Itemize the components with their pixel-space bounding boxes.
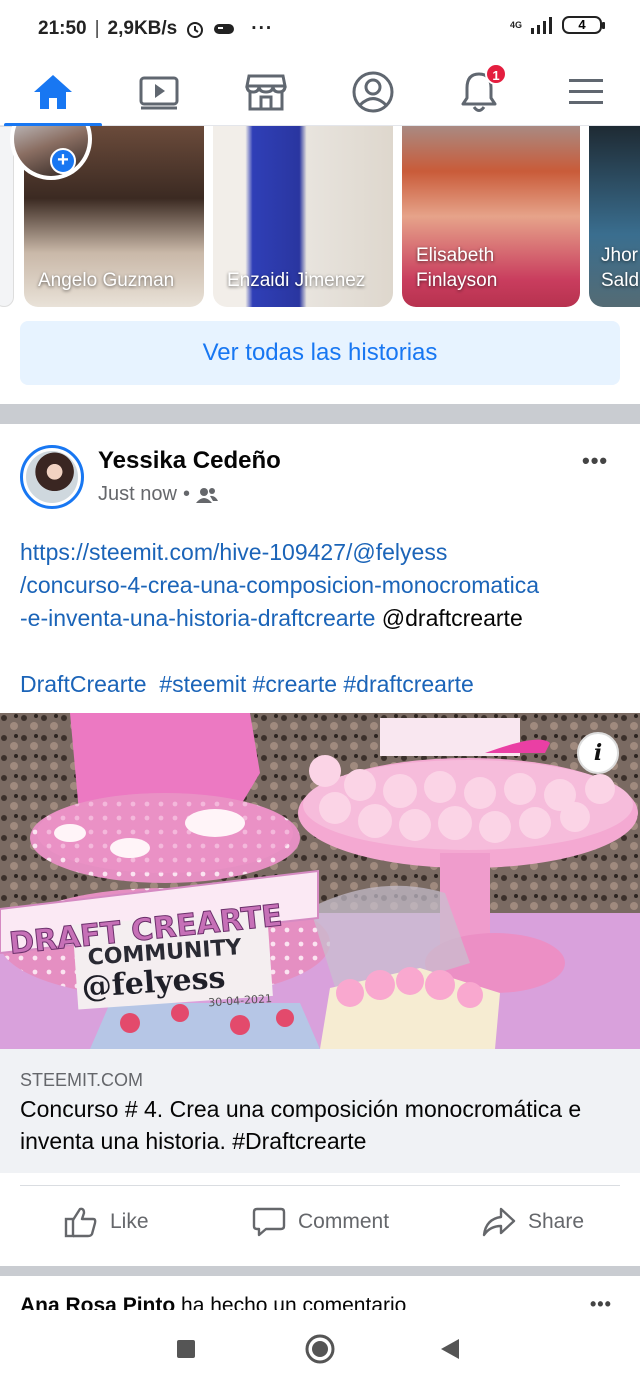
status-time: 21:50 xyxy=(38,18,87,39)
link-title[interactable]: Concurso # 4. Crea una composición monoc… xyxy=(20,1093,620,1157)
thumbs-up-icon xyxy=(64,1207,97,1238)
post-time[interactable]: Just now xyxy=(98,483,177,506)
alarm-icon xyxy=(187,22,204,38)
story-name: Jhor Sald xyxy=(601,245,640,291)
story-name: Enzaidi Jimenez xyxy=(227,270,366,291)
post-author-avatar[interactable] xyxy=(20,445,84,509)
profile-icon xyxy=(352,71,394,113)
story-name: Angelo Guzman xyxy=(38,270,175,291)
story-card[interactable]: Jhor Sald xyxy=(589,126,640,307)
tab-watch[interactable] xyxy=(106,58,212,126)
notification-badge: 1 xyxy=(485,63,507,85)
tab-menu[interactable] xyxy=(533,58,639,126)
tab-home[interactable] xyxy=(0,58,106,127)
story-card[interactable]: Enzaidi Jimenez xyxy=(213,126,393,307)
home-icon xyxy=(34,75,72,109)
circle-icon xyxy=(305,1334,335,1363)
status-speed: 2,9KB/s xyxy=(107,18,178,39)
back-button[interactable] xyxy=(400,1310,500,1387)
post-hashtags[interactable]: DraftCrearte #steemit #crearte #draftcre… xyxy=(20,668,474,701)
actions-divider xyxy=(20,1185,620,1186)
recents-button[interactable] xyxy=(136,1310,236,1387)
post-body: https://steemit.com/hive-109427/@felyess… xyxy=(20,536,630,635)
post-mention[interactable]: @draftcrearte xyxy=(375,605,523,631)
meta-separator: • xyxy=(182,483,190,505)
square-icon xyxy=(177,1339,195,1358)
tab-profile[interactable] xyxy=(320,58,426,126)
game-icon xyxy=(214,24,235,34)
friends-icon xyxy=(195,487,218,503)
post-image[interactable]: DRAFT CREARTE COMMUNITY @felyess 30-04-2… xyxy=(0,713,640,1049)
like-label: Like xyxy=(110,1210,149,1233)
status-bar: 21:50 | 2,9KB/s ··· 4G 4 xyxy=(0,0,640,58)
network-type: 4G xyxy=(509,19,522,30)
post-meta: Just now • xyxy=(98,483,218,506)
signal-icon xyxy=(531,17,552,34)
share-icon xyxy=(482,1207,516,1237)
hamburger-menu-icon xyxy=(569,79,603,104)
see-all-stories-button[interactable]: Ver todas las historias xyxy=(20,321,620,385)
post-author-name[interactable]: Yessika Cedeño xyxy=(98,447,281,475)
stories-tray: Angelo Guzman + Enzaidi Jimenez Elisabet… xyxy=(0,126,640,310)
tab-notifications[interactable]: 1 xyxy=(426,58,532,126)
add-story-icon[interactable]: + xyxy=(50,148,76,174)
feed-divider xyxy=(0,404,640,424)
system-nav-bar xyxy=(0,1310,640,1387)
link-domain: STEEMIT.COM xyxy=(20,1070,144,1090)
store-icon xyxy=(245,74,287,111)
top-nav: 1 xyxy=(0,58,640,127)
post-photo: DRAFT CREARTE COMMUNITY @felyess 30-04-2… xyxy=(0,713,640,1049)
triangle-back-icon xyxy=(441,1338,459,1359)
home-button[interactable] xyxy=(270,1310,370,1387)
share-button[interactable]: Share xyxy=(482,1196,584,1248)
video-icon xyxy=(139,76,179,110)
ad-info-icon[interactable]: i xyxy=(577,732,619,774)
post-options-icon[interactable]: ••• xyxy=(582,448,608,474)
feed-divider xyxy=(0,1266,640,1276)
like-button[interactable]: Like xyxy=(64,1196,149,1248)
share-label: Share xyxy=(528,1210,585,1233)
story-card[interactable]: Elisabeth Finlayson xyxy=(402,126,580,307)
battery-icon: 4 xyxy=(562,16,605,34)
tab-marketplace[interactable] xyxy=(213,58,319,126)
comment-button[interactable]: Comment xyxy=(252,1196,389,1248)
comment-label: Comment xyxy=(298,1210,390,1233)
comment-icon xyxy=(252,1207,286,1237)
status-more: ··· xyxy=(251,18,274,39)
story-name: Elisabeth Finlayson xyxy=(416,245,498,291)
